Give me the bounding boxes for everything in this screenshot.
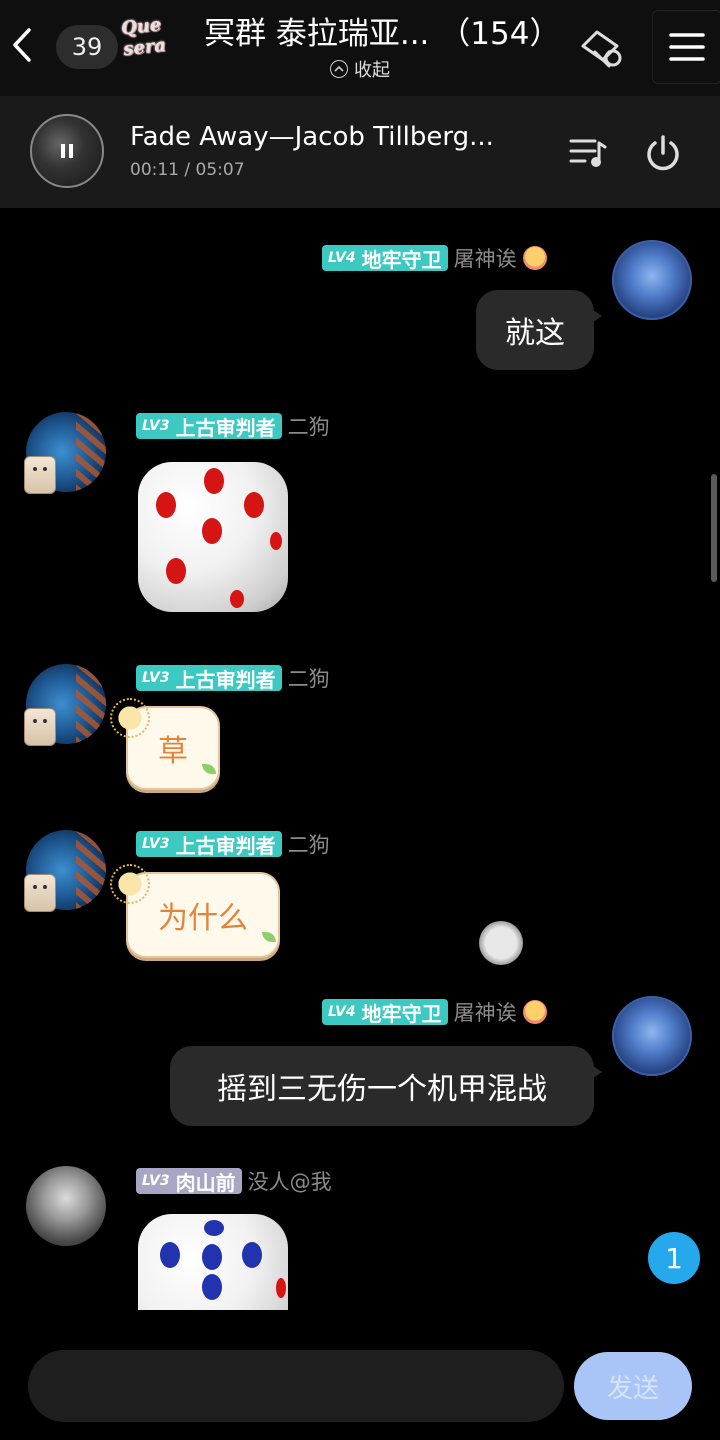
menu-icon bbox=[669, 33, 705, 61]
dice-pip bbox=[202, 518, 222, 544]
group-title[interactable]: 冥群 泰拉瑞亚... （154） bbox=[204, 12, 564, 56]
sender-nickname[interactable]: 没人@我 bbox=[248, 1166, 332, 1196]
new-message-count-badge[interactable]: 1 bbox=[648, 1232, 700, 1284]
pause-button[interactable] bbox=[30, 114, 104, 188]
level-badge: LV3 上古审判者 bbox=[136, 665, 282, 692]
music-player-bar: Fade Away—Jacob Tillberg... 00:11 / 05:0… bbox=[0, 96, 720, 208]
lucky-cat-decoration bbox=[24, 456, 56, 494]
avatar[interactable] bbox=[26, 1166, 106, 1246]
avatar[interactable] bbox=[612, 240, 692, 320]
face-emoji-icon bbox=[522, 246, 547, 270]
sender-line: LV3 上古审判者 二狗 bbox=[136, 664, 330, 692]
sun-icon bbox=[110, 698, 150, 738]
dice-pip bbox=[270, 532, 282, 550]
lucky-cat-decoration bbox=[24, 874, 56, 912]
song-time: 00:11 / 05:07 bbox=[130, 160, 245, 180]
sender-nickname[interactable]: 屠神诶 bbox=[454, 243, 517, 273]
level-badge: LV4 地牢守卫 bbox=[322, 999, 448, 1026]
chat-header: 39 Que sera 冥群 泰拉瑞亚... （154） 收起 bbox=[0, 0, 720, 96]
sender-line: LV3 上古审判者 二狗 bbox=[136, 830, 330, 858]
sender-nickname[interactable]: 二狗 bbox=[288, 663, 330, 693]
send-button[interactable]: 发送 bbox=[574, 1352, 692, 1420]
sun-icon bbox=[110, 864, 150, 904]
dice-pip bbox=[242, 1242, 262, 1268]
floating-touch-button[interactable] bbox=[479, 921, 523, 965]
level-badge: LV3 肉山前 bbox=[136, 1168, 242, 1195]
message-bubble[interactable]: 就这 bbox=[476, 290, 602, 370]
group-logo: Que sera bbox=[120, 14, 167, 61]
sender-line: LV3 上古审判者 二狗 bbox=[136, 412, 330, 440]
dice-sticker[interactable] bbox=[138, 1214, 288, 1310]
song-title[interactable]: Fade Away—Jacob Tillberg... bbox=[130, 122, 494, 152]
message-bubble[interactable]: 摇到三无伤一个机甲混战 bbox=[170, 1046, 602, 1126]
chevron-up-icon bbox=[330, 60, 348, 78]
back-button[interactable] bbox=[6, 20, 38, 70]
sender-nickname[interactable]: 二狗 bbox=[288, 411, 330, 441]
sender-nickname[interactable]: 二狗 bbox=[288, 829, 330, 859]
dice-sticker-clip bbox=[138, 1214, 298, 1310]
dice-pip bbox=[160, 1242, 180, 1268]
lucky-cat-decoration bbox=[24, 708, 56, 746]
pause-icon bbox=[61, 144, 73, 158]
chevron-left-icon bbox=[13, 28, 31, 62]
collapse-label: 收起 bbox=[354, 60, 390, 81]
level-badge: LV3 上古审判者 bbox=[136, 831, 282, 858]
sender-line: LV3 肉山前 没人@我 bbox=[136, 1167, 332, 1195]
dice-pip bbox=[204, 1220, 224, 1236]
sender-line: LV4 地牢守卫 屠神诶 bbox=[322, 244, 547, 272]
dice-pip bbox=[202, 1274, 222, 1300]
message-input[interactable] bbox=[28, 1350, 564, 1422]
collapse-button[interactable]: 收起 bbox=[330, 56, 390, 82]
scrollbar[interactable] bbox=[711, 474, 717, 582]
dice-pip bbox=[202, 1244, 222, 1270]
sender-nickname[interactable]: 屠神诶 bbox=[454, 997, 517, 1027]
power-icon[interactable] bbox=[640, 130, 686, 176]
playlist-icon[interactable] bbox=[566, 130, 612, 176]
exit-group-icon[interactable] bbox=[572, 22, 628, 74]
level-badge: LV4 地牢守卫 bbox=[322, 245, 448, 272]
dice-pip bbox=[156, 492, 176, 518]
level-badge: LV3 上古审判者 bbox=[136, 413, 282, 440]
dice-sticker[interactable] bbox=[138, 462, 288, 612]
face-emoji-icon bbox=[522, 1000, 547, 1024]
avatar[interactable] bbox=[612, 996, 692, 1076]
unread-count-badge[interactable]: 39 bbox=[56, 25, 118, 69]
menu-button[interactable] bbox=[652, 10, 720, 84]
dice-pip bbox=[244, 492, 264, 518]
dice-pip bbox=[166, 558, 186, 584]
dice-pip bbox=[230, 590, 244, 608]
dice-pip bbox=[204, 468, 224, 494]
sender-line: LV4 地牢守卫 屠神诶 bbox=[322, 998, 547, 1026]
dice-pip bbox=[276, 1278, 286, 1298]
